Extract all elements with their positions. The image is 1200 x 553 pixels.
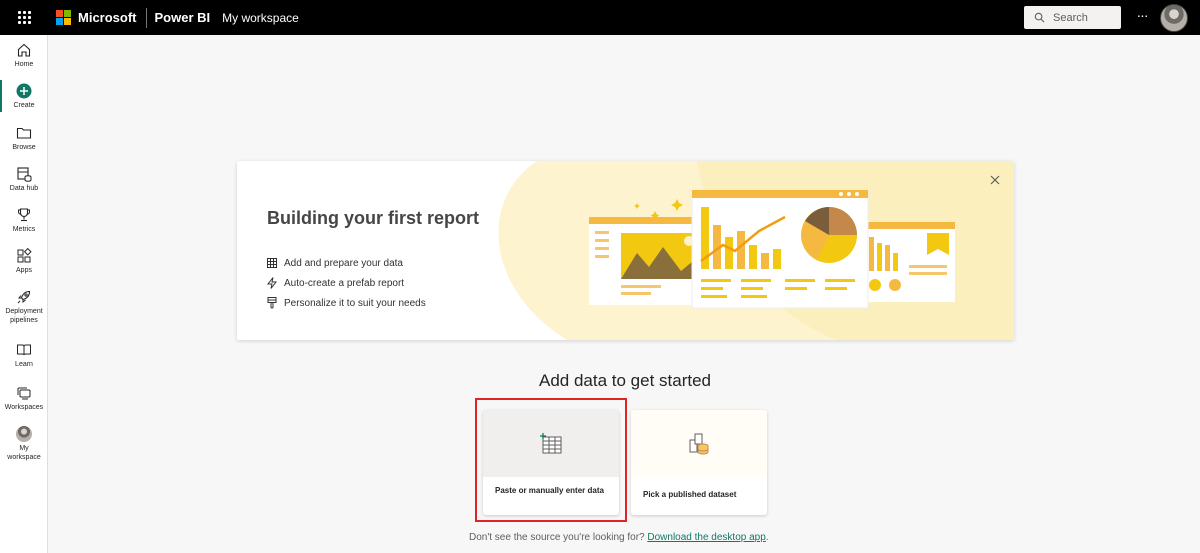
dataset-icon [689, 433, 709, 454]
download-desktop-app-link[interactable]: Download the desktop app [647, 532, 765, 543]
product-name[interactable]: Power BI [155, 10, 211, 25]
card-label: Pick a published dataset [643, 490, 737, 499]
table-icon [267, 258, 277, 268]
brush-icon [267, 297, 277, 309]
brand-divider [145, 7, 147, 28]
waffle-icon [17, 11, 31, 24]
nav-item-label: Workspaces [4, 404, 44, 411]
footer-suffix: . [765, 532, 769, 543]
microsoft-logo-icon [56, 10, 71, 25]
banner-steps: Add and prepare your data Auto-create a … [267, 253, 426, 313]
nav-item-label: Browse [12, 144, 36, 151]
card-icon-area [631, 410, 767, 477]
banner-step-label: Auto-create a prefab report [284, 277, 405, 289]
brand-name[interactable]: Microsoft [78, 10, 137, 25]
more-options-button[interactable]: ··· [1133, 7, 1151, 27]
data-hub-icon [17, 167, 32, 182]
nav-item-apps[interactable]: Apps [0, 248, 48, 275]
published-dataset-card[interactable]: Pick a published dataset [631, 410, 767, 515]
banner-step: Personalize it to suit your needs [267, 293, 426, 313]
nav-item-label: Deployment pipelines [5, 308, 43, 324]
top-bar: Microsoft Power BI My workspace Search ·… [0, 0, 1200, 35]
book-icon [17, 344, 31, 356]
nav-item-label: My workspace [7, 445, 41, 461]
banner-step: Add and prepare your data [267, 253, 426, 273]
close-icon[interactable] [988, 173, 1002, 187]
nav-item-browse[interactable]: Browse [0, 125, 48, 152]
avatar-icon [16, 426, 32, 442]
workspace-breadcrumb[interactable]: My workspace [222, 11, 299, 25]
search-placeholder: Search [1053, 11, 1088, 24]
banner-illustration [498, 161, 1014, 340]
lightning-icon [267, 277, 277, 289]
footer-message: Don't see the source you're looking for?… [469, 532, 769, 543]
nav-item-label: Apps [16, 267, 32, 274]
nav-item-data-hub[interactable]: Data hub [0, 166, 48, 193]
search-icon [1034, 12, 1045, 23]
folder-icon [16, 127, 32, 139]
nav-item-learn[interactable]: Learn [0, 342, 48, 369]
nav-item-deployment-pipelines[interactable]: Deployment pipelines [0, 289, 48, 325]
nav-item-home[interactable]: Home [0, 42, 48, 69]
nav-item-label: Learn [15, 361, 33, 368]
nav-item-label: Metrics [12, 226, 36, 233]
search-input[interactable]: Search [1024, 6, 1121, 29]
nav-item-metrics[interactable]: Metrics [0, 207, 48, 234]
rocket-icon [17, 290, 31, 304]
left-nav: Home Create Browse Data hub Metrics Apps… [0, 35, 48, 553]
footer-prefix: Don't see the source you're looking for? [469, 532, 648, 543]
nav-item-label: Create [13, 102, 35, 109]
create-plus-icon [16, 83, 32, 99]
getting-started-banner: Building your first report Add and prepa… [237, 161, 1014, 340]
selection-highlight [475, 398, 627, 522]
nav-item-my-workspace[interactable]: My workspace [0, 426, 48, 462]
banner-step-label: Personalize it to suit your needs [284, 297, 426, 309]
add-data-heading: Add data to get started [538, 371, 711, 390]
account-avatar[interactable] [1160, 4, 1188, 32]
banner-step: Auto-create a prefab report [267, 273, 426, 293]
app-launcher-button[interactable] [0, 0, 48, 35]
banner-step-label: Add and prepare your data [284, 257, 403, 269]
nav-item-create[interactable]: Create [0, 80, 48, 112]
apps-icon [17, 248, 32, 263]
nav-item-label: Home [14, 61, 34, 68]
nav-item-label: Data hub [9, 185, 39, 192]
banner-title: Building your first report [267, 208, 480, 228]
trophy-icon [17, 208, 31, 222]
home-icon [17, 43, 31, 57]
